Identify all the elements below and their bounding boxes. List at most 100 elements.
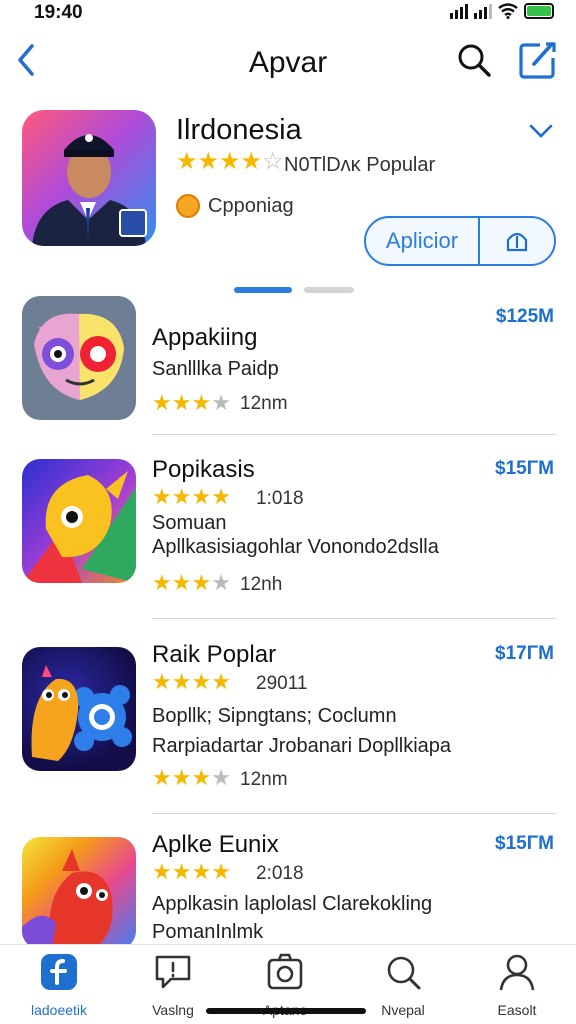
page-indicator <box>234 287 354 293</box>
featured-app-card[interactable]: Ilrdonesia ★ ★ ★ ★ ☆ N0TlDʌĸ Popular Cpponia… <box>0 110 576 280</box>
rating-count-secondary: 12nm <box>240 769 288 790</box>
star-icon: ★ <box>152 669 172 694</box>
app-subtitle: Somuan <box>152 512 227 534</box>
list-item[interactable]: Appakiing $125M Sanlllka Paidp ★ ★ ★ ★ 12nm <box>0 296 576 436</box>
featured-app-title: Ilrdonesia <box>176 114 302 146</box>
star-icon: ★ <box>191 669 212 694</box>
star-half-icon: ★ <box>171 570 192 595</box>
app-icon <box>22 647 136 771</box>
star-icon: ★ <box>152 859 172 884</box>
profile-icon <box>499 954 535 991</box>
cellular-signal-2-icon <box>474 3 492 19</box>
star-icon: ★ <box>171 859 192 884</box>
star-icon: ★ <box>171 390 192 415</box>
star-icon: ★ <box>171 484 192 509</box>
list-item[interactable]: Popikasis $15ΓM ★ ★ ★ ★ 1:018 Somuan Apllka… <box>0 456 576 619</box>
tab-bar: ladoeetik Vaslng Aptane Nvepal Easolt <box>0 944 576 1024</box>
wifi-icon <box>498 3 518 19</box>
app-description: PomanInlmk <box>152 921 264 943</box>
star-icon: ★ <box>191 859 212 884</box>
clock-badge-icon <box>176 194 200 218</box>
star-icon: ★ <box>211 669 231 694</box>
rating-count: 29011 <box>256 673 308 694</box>
app-name: Popikasis <box>152 456 255 483</box>
search-icon <box>387 956 421 990</box>
star-icon: ★ <box>152 390 172 415</box>
rating-count-secondary: 12nh <box>240 574 283 595</box>
app-subtitle: Bopllk; Sipngtans; Coclumn <box>152 705 397 727</box>
featured-badge-label: Cpponiag <box>208 194 294 217</box>
navigation-bar: Apvar <box>0 36 576 86</box>
star-half-icon: ★ <box>240 148 263 175</box>
status-bar: 19:40 <box>0 0 576 28</box>
status-time: 19:40 <box>34 2 83 23</box>
star-empty-icon: ★ <box>211 390 231 415</box>
star-icon: ★ <box>152 765 172 790</box>
page-dot <box>304 287 354 293</box>
rating-count: 2:018 <box>256 863 304 884</box>
tab-label: Easolt <box>497 1002 537 1018</box>
search-icon[interactable] <box>456 42 492 78</box>
star-icon: ★ <box>152 484 172 509</box>
rating-count: 1:018 <box>256 488 304 509</box>
featured-app-icon <box>22 110 156 246</box>
app-icon <box>22 459 136 583</box>
app-price[interactable]: $15ΓM <box>495 833 554 855</box>
app-store-icon <box>41 954 77 990</box>
star-icon: ★ <box>191 765 212 790</box>
star-icon: ★ <box>176 148 198 175</box>
star-icon: ★ <box>219 148 241 175</box>
rating-stars-secondary: ★ ★ ★ ★ <box>152 767 231 789</box>
cloud-download-icon <box>506 232 528 252</box>
star-empty-icon: ★ <box>211 765 231 790</box>
apply-button[interactable]: Aplicior <box>366 218 480 264</box>
rating-stars: ★ ★ ★ ★ <box>152 671 231 693</box>
home-indicator <box>206 1008 366 1014</box>
app-subtitle: Sanlllka Paidp <box>152 358 279 380</box>
page-dot-active <box>234 287 292 293</box>
featured-rating-stars: ★ ★ ★ ★ ☆ <box>176 150 284 174</box>
chevron-down-icon[interactable] <box>526 116 556 146</box>
star-icon: ★ <box>191 484 212 509</box>
app-description: Rarpiadartar Jrobanari Dopllkiapa <box>152 735 452 757</box>
app-price[interactable]: $15ΓM <box>495 458 554 480</box>
tab-label: ladoeetik <box>30 1002 88 1018</box>
rating-stars: ★ ★ ★ ★ <box>152 392 231 414</box>
app-price[interactable]: $125M <box>496 306 554 328</box>
rating-stars: ★ ★ ★ ★ <box>152 486 231 508</box>
featured-action-button[interactable]: Aplicior <box>364 216 556 266</box>
star-icon: ★ <box>191 390 212 415</box>
star-icon: ★ <box>152 570 172 595</box>
star-icon: ★ <box>211 484 231 509</box>
rating-count: 12nm <box>240 393 288 414</box>
download-button[interactable] <box>480 218 554 264</box>
star-icon: ★ <box>171 669 192 694</box>
star-icon: ★ <box>211 859 231 884</box>
star-empty-icon: ☆ <box>262 148 284 175</box>
status-icons <box>450 3 554 19</box>
battery-icon <box>524 3 554 19</box>
app-icon <box>22 296 136 420</box>
divider <box>152 813 556 814</box>
featured-meta: N0TlDʌĸ Popular <box>284 154 436 176</box>
app-name: Aplke Eunix <box>152 831 279 858</box>
star-icon: ★ <box>191 570 212 595</box>
app-name: Appakiing <box>152 324 258 351</box>
featured-badge: Cpponiag <box>176 194 294 218</box>
cellular-signal-icon <box>450 3 468 19</box>
divider <box>152 618 556 619</box>
list-item[interactable]: Aplke Eunix $15ΓM ★ ★ ★ ★ 2:018 Applkasin l… <box>0 831 576 951</box>
tab-profile[interactable]: Easolt <box>462 953 572 1018</box>
list-item[interactable]: Raik Poplar $17ΓM ★ ★ ★ ★ 29011 Bopllk; Sip… <box>0 641 576 814</box>
chat-icon <box>155 955 191 989</box>
star-empty-icon: ★ <box>211 570 231 595</box>
app-name: Raik Poplar <box>152 641 277 668</box>
app-description: Apllkasisiagohlar Vonondo2dslla <box>152 536 439 558</box>
tab-today[interactable]: ladoeetik <box>4 953 114 1018</box>
divider <box>152 434 556 435</box>
compose-icon[interactable] <box>518 40 558 80</box>
rating-stars: ★ ★ ★ ★ <box>152 861 231 883</box>
app-price[interactable]: $17ΓM <box>495 643 554 665</box>
camera-icon <box>267 953 303 990</box>
app-subtitle: Applkasin laplolasl Clarekokling <box>152 893 433 915</box>
